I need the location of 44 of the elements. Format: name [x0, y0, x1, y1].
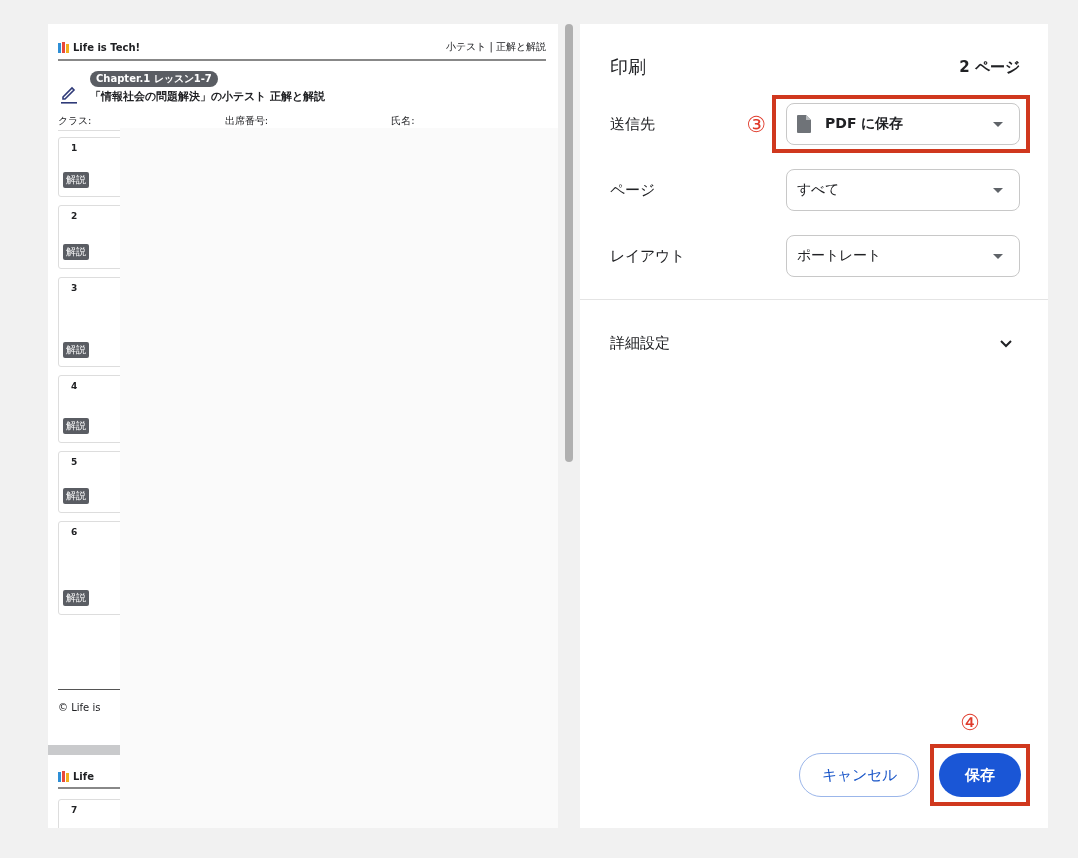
explanation-tag: 解説 [63, 172, 89, 188]
question-number: 6 [70, 527, 78, 537]
chapter-badge: Chapter.1 レッスン1-7 [90, 71, 218, 87]
setting-label: 送信先 [610, 114, 656, 134]
dialog-title: 印刷 [610, 55, 646, 79]
setting-label: ページ [610, 180, 656, 200]
footer-text: © Life is [58, 702, 101, 713]
logo-icon [58, 41, 69, 53]
document-title: 「情報社会の問題解決」の小テスト 正解と解説 [90, 89, 325, 104]
dropdown-value: すべて [797, 181, 840, 199]
logo-text: Life [73, 771, 94, 782]
question-number: 2 [70, 211, 78, 221]
explanation-tag: 解説 [63, 418, 89, 434]
dropdown[interactable]: PDF に保存 [786, 103, 1020, 145]
header-text: 小テスト | 正解と解説 [446, 40, 546, 54]
step-number: ③ [746, 111, 766, 137]
logo-icon [58, 771, 69, 782]
caret-icon [993, 253, 1003, 259]
dropdown[interactable]: ポートレート [786, 235, 1020, 277]
explanation-tag: 解説 [63, 488, 89, 504]
question-number: 1 [70, 143, 78, 153]
page-count: 2 ページ [959, 57, 1020, 77]
pencil-icon [60, 84, 78, 104]
caret-icon [993, 121, 1003, 127]
dropdown[interactable]: すべて [786, 169, 1020, 211]
setting-label: レイアウト [610, 246, 686, 266]
more-settings-label: 詳細設定 [610, 334, 670, 353]
save-button[interactable]: 保存 [939, 753, 1021, 797]
caret-icon [993, 187, 1003, 193]
question-number: 5 [70, 457, 78, 467]
more-settings-toggle[interactable]: 詳細設定 [580, 300, 1048, 353]
logo-text: Life is Tech! [73, 41, 141, 53]
explanation-tag: 解説 [63, 590, 89, 606]
document-icon [797, 115, 811, 133]
dropdown-value: PDF に保存 [825, 115, 905, 133]
scrollbar-thumb[interactable] [564, 24, 573, 462]
question-number: 7 [70, 805, 78, 815]
step-number: ④ [960, 710, 980, 735]
explanation-tag: 解説 [63, 342, 89, 358]
question-number: 4 [70, 381, 78, 391]
cancel-button[interactable]: キャンセル [799, 753, 919, 797]
explanation-tag: 解説 [63, 244, 89, 260]
dropdown-value: ポートレート [797, 247, 882, 265]
question-number: 3 [70, 283, 78, 293]
